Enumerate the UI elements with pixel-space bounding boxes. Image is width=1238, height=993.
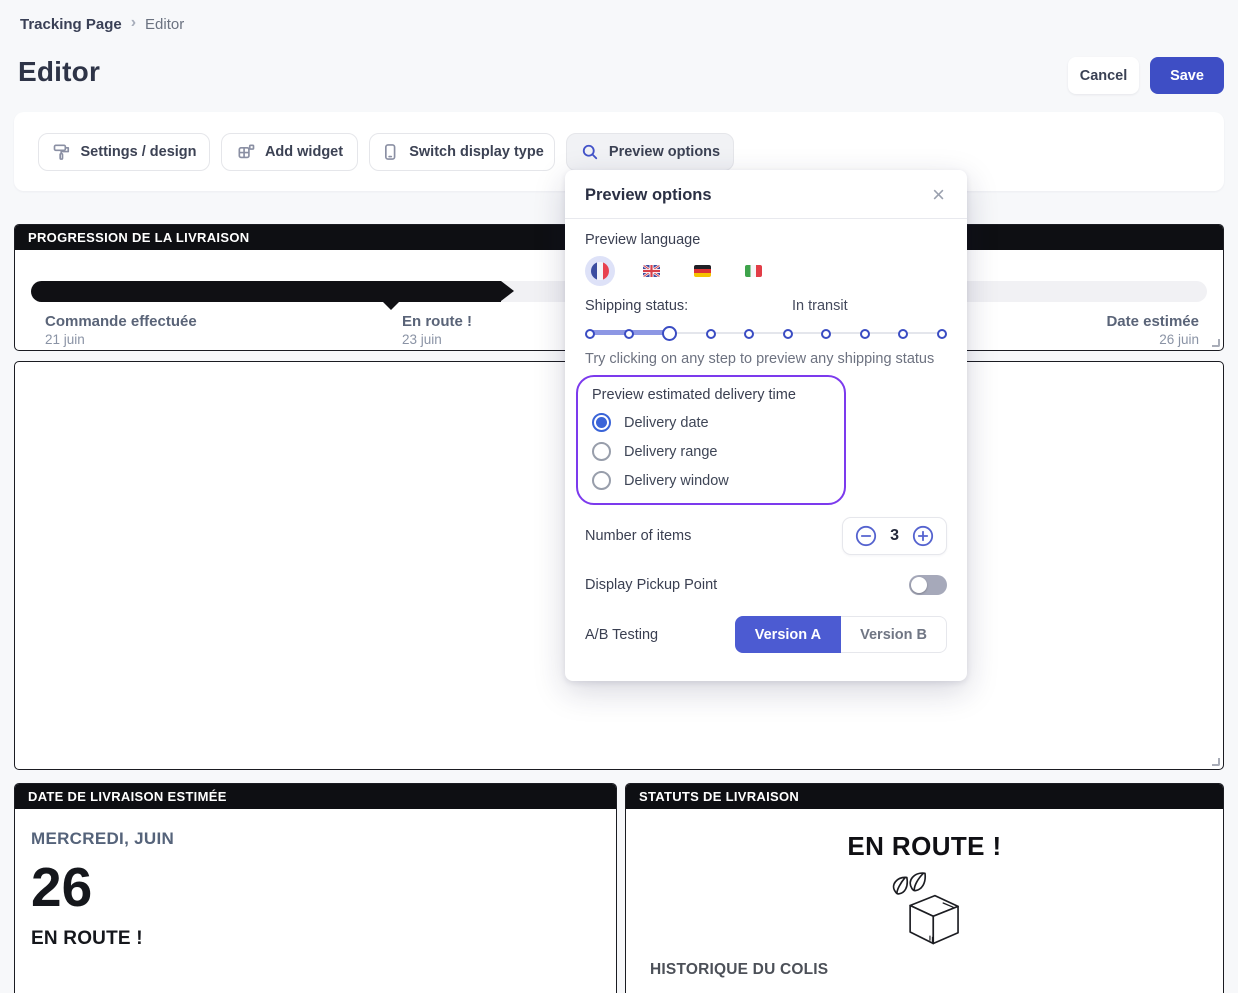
shipping-step-dot-2[interactable] [623, 328, 634, 339]
delivery-time-label: Preview estimated delivery time [592, 387, 796, 403]
page-title: Editor [18, 56, 101, 87]
plus-circle-icon[interactable] [912, 525, 934, 547]
estimated-date-widget[interactable]: DATE DE LIVRAISON ESTIMÉE MERCREDI, JUIN… [14, 783, 617, 993]
shipping-step-dot-7[interactable] [821, 328, 832, 339]
search-icon [580, 142, 600, 162]
shipping-step-dot-10[interactable] [936, 328, 947, 339]
milestone-date: 23 juin [402, 332, 442, 347]
shipping-step-dot-9[interactable] [898, 328, 909, 339]
estimated-date-widget-header: DATE DE LIVRAISON ESTIMÉE [15, 784, 616, 809]
switch-display-type-button[interactable]: Switch display type [369, 133, 555, 171]
items-count-value: 3 [890, 527, 899, 544]
delivery-status-title: EN ROUTE ! [847, 831, 1002, 861]
shipping-step-dot-3-active[interactable] [662, 326, 678, 341]
milestone-label: En route ! [402, 313, 472, 330]
breadcrumb-tracking-page[interactable]: Tracking Page [20, 16, 122, 33]
language-flags [585, 256, 947, 286]
french-flag-icon[interactable] [585, 256, 615, 286]
estimated-weekday: MERCREDI, JUIN [31, 829, 175, 848]
preview-options-button[interactable]: Preview options [566, 133, 734, 171]
popover-title: Preview options [585, 185, 712, 204]
resize-handle-icon[interactable] [1212, 758, 1220, 766]
preview-options-label: Preview options [608, 144, 721, 160]
shipping-step-dot-6[interactable] [782, 328, 793, 339]
radio-selected-icon[interactable] [592, 413, 611, 432]
save-button[interactable]: Save [1150, 57, 1224, 94]
breadcrumb-editor: Editor [145, 15, 185, 33]
german-flag-icon[interactable] [687, 256, 717, 286]
progress-bar-fill [31, 281, 515, 302]
milestone-date: 21 juin [45, 332, 85, 347]
delivery-status-widget-header: STATUTS DE LIVRAISON [626, 784, 1223, 809]
radio-unselected-icon[interactable] [592, 442, 611, 461]
delivery-date-label: Delivery date [624, 414, 709, 431]
shipping-tip: Try clicking on any step to preview any … [585, 351, 935, 367]
cancel-button[interactable]: Cancel [1068, 57, 1139, 94]
estimated-day: 26 [31, 856, 93, 918]
shipping-status-label: Shipping status: [585, 298, 689, 314]
delivery-status-widget[interactable]: STATUTS DE LIVRAISON EN ROUTE ! HISTORIQ… [625, 783, 1224, 993]
add-widget-button[interactable]: Add widget [221, 133, 358, 171]
delivery-date-option[interactable]: Delivery date [592, 413, 830, 432]
shipping-step-dot-1[interactable] [585, 328, 595, 339]
shipping-status-slider[interactable] [585, 326, 947, 341]
minus-circle-icon[interactable] [855, 525, 877, 547]
paint-roller-icon [52, 142, 72, 162]
package-history-title: HISTORIQUE DU COLIS [650, 961, 829, 978]
breadcrumb: Tracking Page › Editor [20, 14, 185, 33]
switch-display-type-label: Switch display type [409, 144, 544, 160]
progress-arrow-tip [501, 281, 515, 301]
version-b-button[interactable]: Version B [841, 616, 947, 653]
preview-options-popover: Preview options × Preview language Shipp… [565, 170, 967, 681]
delivery-window-label: Delivery window [624, 472, 729, 489]
shipping-step-dot-5[interactable] [744, 328, 755, 339]
estimated-status: EN ROUTE ! [31, 927, 143, 949]
milestone-estimated-date: Date estimée 26 juin [1106, 313, 1199, 347]
toggle-knob [911, 577, 927, 593]
pickup-point-toggle[interactable] [909, 575, 947, 595]
italian-flag-icon[interactable] [738, 256, 768, 286]
chevron-right-icon: › [130, 14, 137, 31]
mobile-device-icon [380, 142, 400, 162]
milestone-label: Date estimée [1106, 313, 1199, 330]
preview-language-label: Preview language [585, 232, 701, 248]
ab-testing-segmented-control: Version A Version B [734, 616, 947, 653]
milestone-order-placed: Commande effectuée 21 juin [45, 313, 197, 347]
progress-marker-notch [383, 302, 399, 310]
milestone-label: Commande effectuée [45, 313, 197, 330]
display-pickup-point-label: Display Pickup Point [585, 577, 718, 593]
close-icon[interactable]: × [930, 184, 947, 206]
uk-flag-icon[interactable] [636, 256, 666, 286]
delivery-window-option[interactable]: Delivery window [592, 471, 830, 490]
tracking-page-editor: Tracking Page › Editor Editor Cancel Sav… [0, 0, 1238, 993]
add-widget-label: Add widget [264, 144, 344, 160]
settings-design-button[interactable]: Settings / design [38, 133, 210, 171]
delivery-range-label: Delivery range [624, 443, 718, 460]
settings-design-label: Settings / design [80, 144, 197, 160]
version-a-button[interactable]: Version A [734, 616, 842, 653]
shipping-status-value: In transit [792, 298, 848, 314]
header-actions: Cancel Save [1068, 57, 1224, 94]
widget-grid-icon [236, 142, 256, 162]
resize-handle-icon[interactable] [1212, 339, 1220, 347]
ab-testing-label: A/B Testing [585, 626, 659, 643]
milestone-date: 26 juin [1159, 332, 1199, 347]
radio-unselected-icon[interactable] [592, 471, 611, 490]
delivery-range-option[interactable]: Delivery range [592, 442, 830, 461]
shipping-step-dot-4[interactable] [705, 328, 716, 339]
winged-package-icon [883, 870, 967, 951]
shipping-step-dot-8[interactable] [859, 328, 870, 339]
delivery-time-highlight-box: Preview estimated delivery time Delivery… [576, 375, 846, 505]
milestone-in-transit: En route ! 23 juin [402, 313, 472, 347]
items-stepper: 3 [842, 517, 947, 555]
number-of-items-label: Number of items [585, 528, 692, 544]
